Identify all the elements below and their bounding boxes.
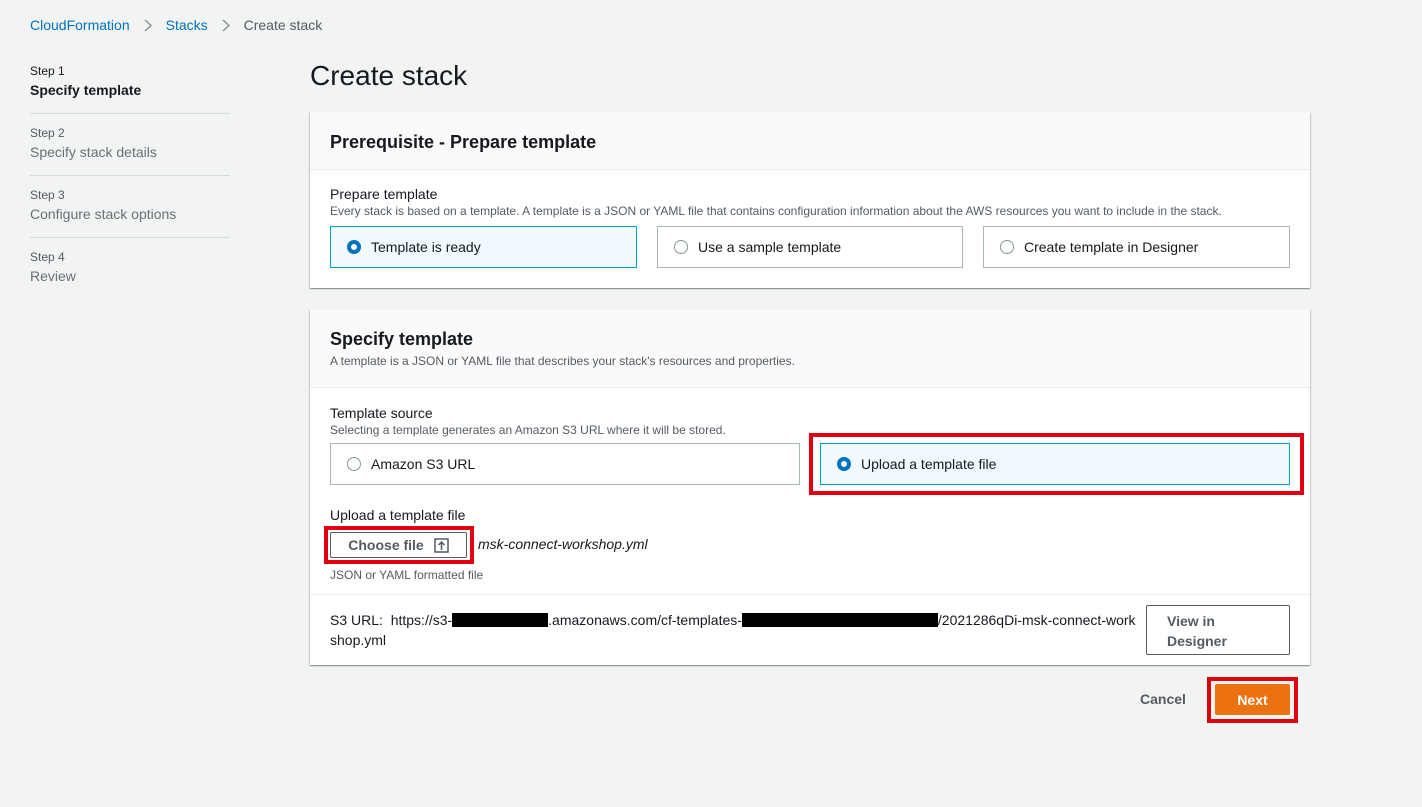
panel-heading: Specify template [330,329,474,349]
radio-selected-icon [347,240,361,254]
breadcrumb-current: Create stack [243,17,323,33]
panel-header: Prerequisite - Prepare template [310,112,1310,170]
radio-selected-icon [837,457,851,471]
radio-unselected-icon [674,240,688,254]
step-specify-template: Step 1 Specify template [30,64,230,114]
template-source-label: Template source [330,405,433,421]
option-use-sample-template[interactable]: Use a sample template [657,226,963,268]
cancel-button[interactable]: Cancel [1140,691,1186,707]
s3-url-text: S3 URL: https://s3- .amazonaws.com/cf-tem… [330,610,1142,650]
choose-file-label: Choose file [348,537,424,553]
step-review: Step 4 Review [30,250,230,299]
template-source-description: Selecting a template generates an Amazon… [330,423,726,437]
prepare-template-description: Every stack is based on a template. A te… [330,204,1222,218]
panel-description: A template is a JSON or YAML file that d… [330,354,795,368]
option-label: Template is ready [371,239,481,255]
choose-file-button[interactable]: Choose file [330,532,467,558]
prerequisite-panel: Prerequisite - Prepare template Prepare … [310,112,1310,288]
step-number: Step 3 [30,188,65,202]
step-title: Specify stack details [30,144,157,160]
divider [310,594,1310,595]
view-in-designer-button[interactable]: View in Designer [1146,605,1290,655]
step-title: Specify template [30,82,142,98]
breadcrumb-cloudformation[interactable]: CloudFormation [30,17,130,33]
upload-file-label: Upload a template file [330,507,466,523]
step-title: Configure stack options [30,206,177,222]
radio-unselected-icon [347,457,361,471]
step-number: Step 1 [30,64,65,78]
chevron-right-icon [222,18,230,32]
option-label: Upload a template file [861,456,997,472]
s3-url-part: https://s3- [390,612,453,628]
upload-icon [433,537,449,553]
breadcrumb-stacks[interactable]: Stacks [166,17,208,33]
panel-heading: Prerequisite - Prepare template [330,132,597,152]
prepare-template-label: Prepare template [330,186,438,202]
option-label: Use a sample template [698,239,842,255]
specify-template-panel: Specify template A template is a JSON or… [310,309,1310,665]
file-format-hint: JSON or YAML formatted file [330,568,484,582]
s3-url-part: .amazonaws.com/cf-templates- [548,612,742,628]
wizard-steps: Step 1 Specify template Step 2 Specify s… [30,64,230,311]
step-configure-stack-options: Step 3 Configure stack options [30,188,230,238]
step-specify-stack-details: Step 2 Specify stack details [30,126,230,176]
option-template-is-ready[interactable]: Template is ready [330,226,637,268]
selected-file-name: msk-connect-workshop.yml [478,536,648,552]
redacted-block [452,613,549,627]
step-title: Review [30,268,76,284]
option-create-in-designer[interactable]: Create template in Designer [983,226,1290,268]
step-number: Step 2 [30,126,65,140]
chevron-right-icon [144,18,152,32]
page-title: Create stack [310,60,468,91]
redacted-block [741,613,938,627]
step-number: Step 4 [30,250,65,264]
s3-url-label: S3 URL: [330,612,383,628]
option-upload-template-file[interactable]: Upload a template file [820,443,1290,485]
breadcrumb: CloudFormation Stacks Create stack [30,17,322,33]
next-button[interactable]: Next [1215,684,1290,715]
panel-header: Specify template A template is a JSON or… [310,309,1310,388]
option-label: Create template in Designer [1024,239,1199,255]
option-label: Amazon S3 URL [371,456,476,472]
radio-unselected-icon [1000,240,1014,254]
option-amazon-s3-url[interactable]: Amazon S3 URL [330,443,800,485]
